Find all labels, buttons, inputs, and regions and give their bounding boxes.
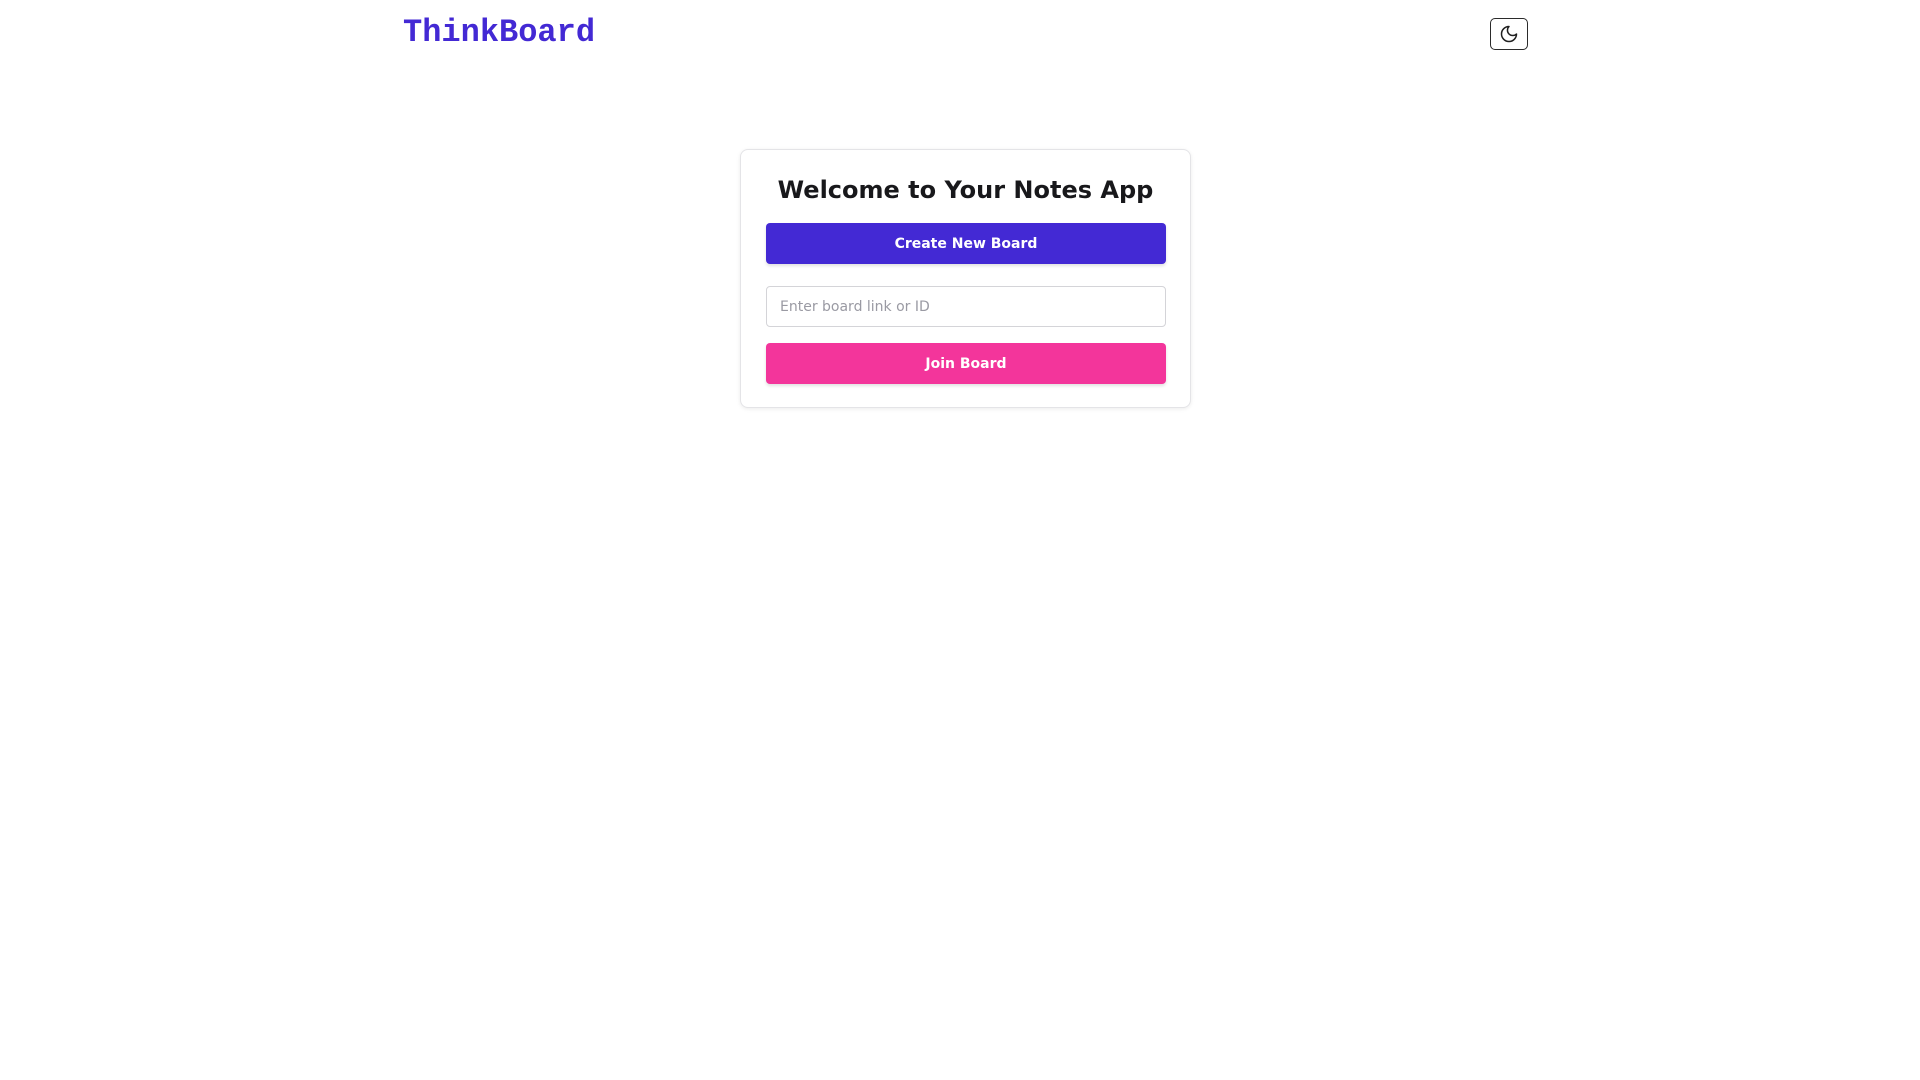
welcome-card: Welcome to Your Notes App Create New Boa… [740,149,1191,408]
create-new-board-button[interactable]: Create New Board [766,223,1166,264]
top-bar: ThinkBoard [0,0,1920,70]
board-link-input[interactable] [766,286,1166,327]
card-title: Welcome to Your Notes App [777,176,1154,204]
app-logo-text[interactable]: ThinkBoard [403,12,595,54]
theme-toggle-button[interactable] [1490,18,1528,50]
join-board-button[interactable]: Join Board [766,343,1166,384]
moon-icon [1499,24,1519,44]
